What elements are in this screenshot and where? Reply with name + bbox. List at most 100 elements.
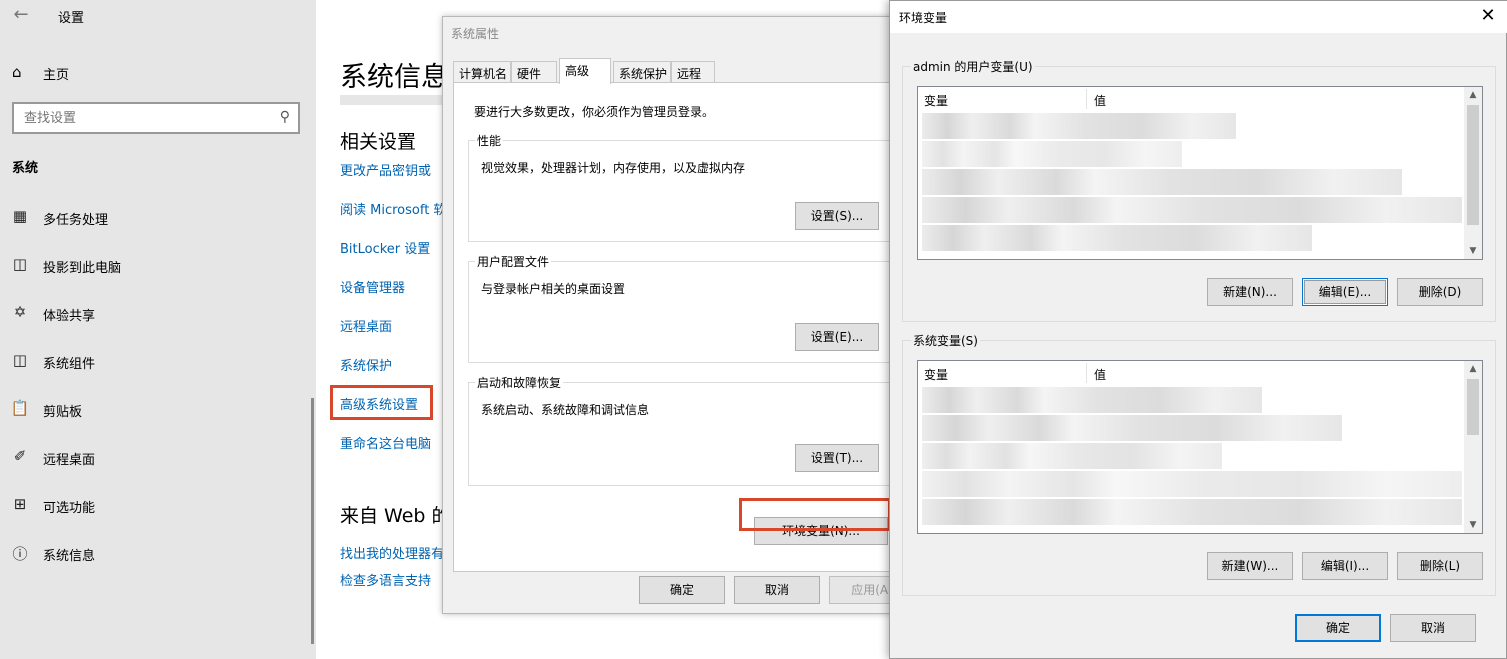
list-header: 变量 值 xyxy=(918,87,1464,111)
nav-item-shared-experiences[interactable]: ✡ 体验共享 xyxy=(0,298,316,328)
nav-item-about[interactable]: ⓘ 系统信息 xyxy=(0,538,316,568)
scroll-up-icon[interactable]: ▲ xyxy=(1464,361,1482,377)
nav-item-system-components[interactable]: ◫ 系统组件 xyxy=(0,346,316,376)
settings-sidebar: ← 设置 ⌂ 主页 ⚲ 系统 ▦ 多任务处理 ◫ 投影到此电脑 ✡ 体验共享 ◫… xyxy=(0,0,316,659)
list-body xyxy=(922,113,1462,257)
list-item[interactable] xyxy=(922,169,1402,195)
tab-system-protection[interactable]: 系统保护 xyxy=(613,61,671,83)
column-header-variable[interactable]: 变量 xyxy=(924,92,948,109)
info-icon: ⓘ xyxy=(12,545,28,563)
link-change-product-key[interactable]: 更改产品密钥或 xyxy=(340,160,431,179)
user-list-scrollbar[interactable]: ▲ ▼ xyxy=(1464,87,1482,259)
list-item[interactable] xyxy=(922,471,1462,497)
remote-desktop-icon: ✐ xyxy=(13,447,27,465)
list-item[interactable] xyxy=(922,443,1222,469)
app-title: 设置 xyxy=(58,11,85,26)
system-new-button[interactable]: 新建(W)... xyxy=(1207,552,1293,580)
list-item[interactable] xyxy=(922,387,1262,413)
user-profiles-settings-button[interactable]: 设置(E)... xyxy=(795,323,879,351)
env-ok-button[interactable]: 确定 xyxy=(1295,614,1381,642)
nav-item-projecting[interactable]: ◫ 投影到此电脑 xyxy=(0,250,316,280)
home-icon: ⌂ xyxy=(12,63,22,81)
startup-recovery-settings-button[interactable]: 设置(T)... xyxy=(795,444,879,472)
tab-remote[interactable]: 远程 xyxy=(671,61,715,83)
link-bitlocker[interactable]: BitLocker 设置 xyxy=(340,238,430,257)
back-arrow-icon[interactable]: ← xyxy=(10,4,32,26)
projecting-icon: ◫ xyxy=(12,255,28,273)
nav-item-optional-features[interactable]: ⊞ 可选功能 xyxy=(0,490,316,520)
highlight-advanced-settings xyxy=(330,385,433,420)
tab-computer-name[interactable]: 计算机名 xyxy=(453,61,511,83)
search-box[interactable]: ⚲ xyxy=(12,102,300,134)
sidebar-scrollbar[interactable] xyxy=(311,398,314,644)
list-item[interactable] xyxy=(922,415,1342,441)
group-desc: 系统启动、系统故障和调试信息 xyxy=(481,403,650,417)
related-settings-heading: 相关设置 xyxy=(340,131,417,153)
scroll-down-icon[interactable]: ▼ xyxy=(1464,243,1482,259)
close-icon[interactable]: ✕ xyxy=(1478,5,1498,26)
list-body xyxy=(922,387,1462,531)
column-header-value[interactable]: 值 xyxy=(1094,92,1106,109)
cancel-button[interactable]: 取消 xyxy=(734,576,820,604)
admin-note: 要进行大多数更改，你必须作为管理员登录。 xyxy=(474,105,715,119)
tab-hardware[interactable]: 硬件 xyxy=(511,61,557,83)
scroll-thumb[interactable] xyxy=(1467,379,1479,435)
ok-button[interactable]: 确定 xyxy=(639,576,725,604)
group-title: 启动和故障恢复 xyxy=(475,374,564,391)
system-delete-button[interactable]: 删除(L) xyxy=(1397,552,1483,580)
user-new-button[interactable]: 新建(N)... xyxy=(1207,278,1293,306)
list-item[interactable] xyxy=(922,113,1236,139)
user-variables-title: admin 的用户变量(U) xyxy=(911,58,1035,75)
link-device-manager[interactable]: 设备管理器 xyxy=(340,277,405,296)
dialog-title: 系统属性 xyxy=(451,27,500,41)
nav-item-remote-desktop[interactable]: ✐ 远程桌面 xyxy=(0,442,316,472)
link-find-processor[interactable]: 找出我的处理器有 xyxy=(340,543,444,562)
link-check-language-support[interactable]: 检查多语言支持 xyxy=(340,570,431,589)
system-variables-group: 系统变量(S) 变量 值 ▲ ▼ 新建(W)... 编辑(I)... 删除(L) xyxy=(902,332,1496,596)
env-cancel-button[interactable]: 取消 xyxy=(1390,614,1476,642)
search-icon[interactable]: ⚲ xyxy=(280,109,290,125)
system-components-icon: ◫ xyxy=(12,351,28,369)
performance-settings-button[interactable]: 设置(S)... xyxy=(795,202,879,230)
link-read-microsoft-terms[interactable]: 阅读 Microsoft 软 xyxy=(340,199,446,218)
user-delete-button[interactable]: 删除(D) xyxy=(1397,278,1483,306)
link-rename-pc[interactable]: 重命名这台电脑 xyxy=(340,433,431,452)
system-list-scrollbar[interactable]: ▲ ▼ xyxy=(1464,361,1482,533)
nav-item-label: 多任务处理 xyxy=(43,213,109,228)
group-desc: 视觉效果，处理器计划，内存使用，以及虚拟内存 xyxy=(481,161,746,175)
optional-features-icon: ⊞ xyxy=(13,495,27,513)
column-header-value[interactable]: 值 xyxy=(1094,366,1106,383)
system-edit-button[interactable]: 编辑(I)... xyxy=(1302,552,1388,580)
list-header: 变量 值 xyxy=(918,361,1464,385)
user-edit-button[interactable]: 编辑(E)... xyxy=(1302,278,1388,306)
info-bar xyxy=(340,95,450,105)
shared-experiences-icon: ✡ xyxy=(13,303,27,321)
list-item[interactable] xyxy=(922,225,1312,251)
nav-item-label: 剪贴板 xyxy=(43,405,83,420)
list-item[interactable] xyxy=(922,197,1462,223)
web-help-heading: 来自 Web 的 xyxy=(340,505,451,527)
column-header-variable[interactable]: 变量 xyxy=(924,366,948,383)
page-title: 系统信息 xyxy=(340,62,448,93)
link-remote-desktop[interactable]: 远程桌面 xyxy=(340,316,392,335)
list-item[interactable] xyxy=(922,141,1182,167)
system-variables-list[interactable]: 变量 值 ▲ ▼ xyxy=(917,360,1483,534)
nav-home[interactable]: ⌂ 主页 xyxy=(0,58,316,86)
search-input[interactable] xyxy=(14,104,254,132)
scroll-thumb[interactable] xyxy=(1467,105,1479,225)
clipboard-icon: 📋 xyxy=(10,399,30,417)
user-variables-list[interactable]: 变量 值 ▲ ▼ xyxy=(917,86,1483,260)
list-item[interactable] xyxy=(922,499,1462,525)
scroll-up-icon[interactable]: ▲ xyxy=(1464,87,1482,103)
group-performance: 性能 视觉效果，处理器计划，内存使用，以及虚拟内存 设置(S)... xyxy=(468,132,898,242)
scroll-down-icon[interactable]: ▼ xyxy=(1464,517,1482,533)
group-startup-recovery: 启动和故障恢复 系统启动、系统故障和调试信息 设置(T)... xyxy=(468,374,898,486)
tab-advanced[interactable]: 高级 xyxy=(559,58,611,84)
settings-titlebar: ← 设置 xyxy=(0,0,316,32)
nav-item-multitasking[interactable]: ▦ 多任务处理 xyxy=(0,202,316,232)
nav-item-clipboard[interactable]: 📋 剪贴板 xyxy=(0,394,316,424)
nav-item-label: 可选功能 xyxy=(43,501,96,516)
group-title: 用户配置文件 xyxy=(475,253,552,270)
link-system-protection[interactable]: 系统保护 xyxy=(340,355,392,374)
system-variables-title: 系统变量(S) xyxy=(911,332,980,349)
